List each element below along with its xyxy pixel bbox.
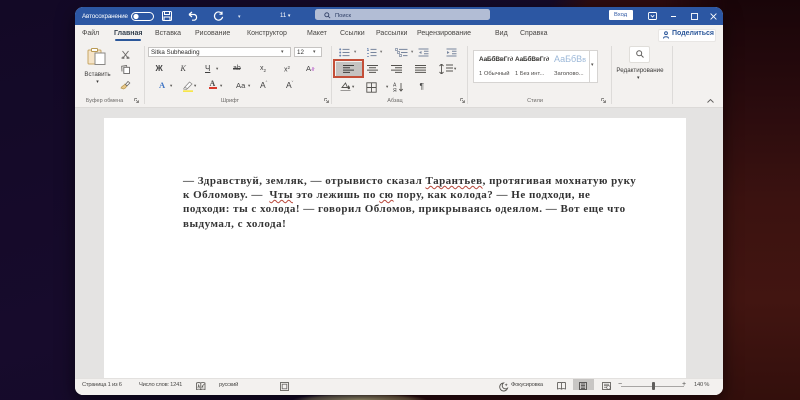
svg-text:Я: Я xyxy=(393,88,397,92)
